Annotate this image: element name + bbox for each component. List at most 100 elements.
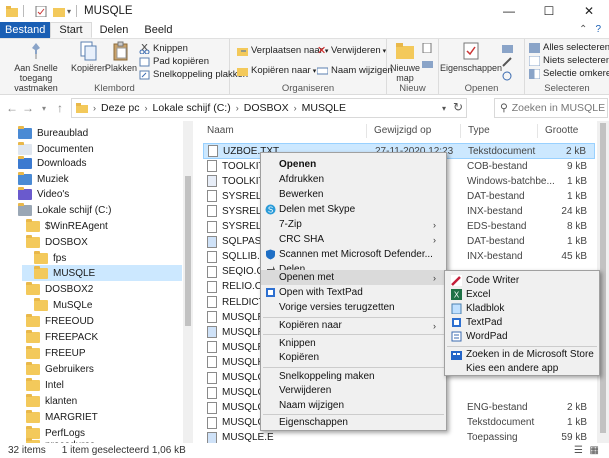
new-item-icon[interactable] [422, 43, 436, 53]
column-divider[interactable] [366, 124, 367, 138]
nav-item-dosbox[interactable]: DOSBOX [26, 234, 88, 250]
address-bar[interactable]: › Deze pc › Lokale schijf (C:) › DOSBOX … [71, 98, 467, 118]
help-icon[interactable]: ? [595, 24, 601, 35]
back-arrow-icon[interactable]: ← [4, 101, 20, 115]
column-header-date[interactable]: Gewijzigd op [374, 125, 431, 136]
submenu-item-store[interactable]: Zoeken in de Microsoft Store [445, 347, 599, 362]
paste-button[interactable]: Plakken [105, 41, 137, 73]
column-header-name[interactable]: Naam [207, 125, 234, 136]
menu-item-open-with[interactable]: Openen met › [261, 270, 446, 285]
easy-access-icon[interactable] [422, 59, 436, 69]
move-to-button[interactable]: Verplaatsen naar ▾ [237, 45, 328, 56]
file-list-scrollbar-thumb[interactable] [600, 123, 606, 433]
menu-item-open[interactable]: Openen [261, 157, 446, 172]
address-dropdown-icon[interactable]: ▾ [442, 104, 446, 113]
menu-item-crc-sha[interactable]: CRC SHA › [261, 232, 446, 247]
menu-item-previous-versions[interactable]: Vorige versies terugzetten [261, 300, 446, 315]
open-icon[interactable] [502, 43, 516, 53]
nav-item-music[interactable]: Muziek [18, 171, 69, 187]
tab-view[interactable]: Beeld [136, 22, 180, 38]
menu-item-open-textpad[interactable]: Open with TextPad [261, 285, 446, 300]
dropdown-arrow-icon[interactable]: ▾ [67, 7, 71, 16]
shield-icon [266, 249, 275, 260]
nav-item-freeup[interactable]: FREEUP [26, 345, 86, 361]
nav-item-klanten[interactable]: klanten [26, 393, 77, 409]
select-all-button[interactable]: Alles selecteren [529, 42, 609, 53]
refresh-icon[interactable]: ↻ [453, 100, 463, 114]
invert-selection-button[interactable]: Selectie omkeren [529, 68, 609, 79]
menu-item-edit[interactable]: Bewerken [261, 187, 446, 202]
menu-item-copy[interactable]: Kopiëren [261, 350, 446, 365]
minimize-button[interactable]: — [489, 0, 529, 22]
properties-button[interactable]: Eigenschappen [440, 41, 502, 73]
details-view-icon[interactable]: ☰ [574, 445, 583, 456]
cut-button[interactable]: Knippen [139, 43, 188, 54]
copy-button[interactable]: Kopiëren [71, 41, 107, 73]
collapse-ribbon-icon[interactable]: ⌃ [579, 24, 587, 35]
menu-item-properties[interactable]: Eigenschappen [261, 415, 446, 430]
nav-item-users[interactable]: Gebruikers [26, 361, 94, 377]
nav-item-desktop[interactable]: Bureaublad [18, 125, 88, 141]
search-box[interactable]: ⚲ Zoeken in MUSQLE [494, 98, 608, 118]
breadcrumb-drive[interactable]: Lokale schijf (C:) [153, 102, 231, 114]
file-icon [207, 205, 217, 218]
nav-item-freeoud[interactable]: FREEOUD [26, 313, 94, 329]
menu-item-cut[interactable]: Knippen [261, 336, 446, 351]
nav-item-downloads[interactable]: Downloads [18, 155, 86, 171]
nav-item-freepack[interactable]: FREEPACK [26, 329, 98, 345]
breadcrumb-dosbox[interactable]: DOSBOX [244, 102, 289, 114]
column-divider[interactable] [460, 124, 461, 138]
menu-item-skype[interactable]: S Delen met Skype [261, 202, 446, 217]
properties-icon[interactable] [35, 5, 47, 17]
nav-scrollbar[interactable] [183, 121, 193, 443]
new-group-label: Nieuw [399, 83, 426, 94]
tab-share[interactable]: Delen [92, 22, 137, 38]
submenu-item-excel[interactable]: X Excel [445, 287, 599, 302]
tab-start[interactable]: Start [50, 22, 92, 38]
submenu-item-choose-app[interactable]: Kies een andere app [445, 361, 599, 376]
copy-to-button[interactable]: Kopiëren naar ▾ [237, 65, 316, 76]
nav-item-musqle-sub[interactable]: MuSQLe [34, 297, 92, 313]
submenu-item-textpad[interactable]: TextPad [445, 315, 599, 330]
tab-file[interactable]: Bestand [0, 22, 51, 38]
nav-item-margriet[interactable]: MARGRIET [26, 409, 98, 425]
history-icon[interactable] [502, 71, 516, 81]
submenu-item-wordpad[interactable]: WordPad [445, 329, 599, 344]
up-arrow-icon[interactable]: ↑ [52, 101, 68, 115]
maximize-button[interactable]: ☐ [529, 0, 569, 22]
large-icons-view-icon[interactable]: ▦ [590, 445, 599, 456]
menu-item-create-shortcut[interactable]: Snelkoppeling maken [261, 369, 446, 384]
copy-path-button[interactable]: Pad kopiëren [139, 56, 209, 67]
menu-item-defender[interactable]: Scannen met Microsoft Defender... [261, 247, 446, 262]
nav-item-videos[interactable]: Video's [18, 186, 69, 202]
menu-item-rename[interactable]: Naam wijzigen [261, 398, 446, 413]
column-header-type[interactable]: Type [468, 125, 490, 136]
nav-item-musqle[interactable]: MUSQLE [22, 265, 182, 281]
submenu-item-code-writer[interactable]: Code Writer [445, 273, 599, 288]
nav-item-dosbox2[interactable]: DOSBOX2 [26, 281, 93, 297]
breadcrumb-this-pc[interactable]: Deze pc [101, 102, 140, 114]
delete-button[interactable]: ✕ Verwijderen ▾ [317, 45, 386, 56]
rename-button[interactable]: Naam wijzigen [317, 65, 393, 76]
recent-dropdown-icon[interactable]: ▾ [36, 104, 52, 113]
close-button[interactable]: ✕ [569, 0, 609, 22]
forward-arrow-icon[interactable]: → [20, 101, 36, 115]
new-folder-icon[interactable] [53, 6, 65, 17]
breadcrumb-musqle[interactable]: MUSQLE [302, 102, 346, 114]
nav-item-intel[interactable]: Intel [26, 377, 64, 393]
nav-scrollbar-thumb[interactable] [185, 176, 191, 326]
menu-item-copy-to[interactable]: Kopiëren naar › [261, 318, 446, 333]
nav-item-fps[interactable]: fps [34, 250, 66, 266]
edit-icon[interactable] [502, 57, 516, 67]
menu-item-7zip[interactable]: 7-Zip › [261, 217, 446, 232]
column-header-size[interactable]: Grootte [545, 125, 578, 136]
nav-item-local-disk[interactable]: Lokale schijf (C:) [18, 202, 111, 218]
address-row: ← → ▾ ↑ › Deze pc › Lokale schijf (C:) ›… [0, 95, 609, 121]
new-folder-button[interactable]: Nieuwe map [390, 41, 420, 83]
select-none-button[interactable]: Niets selecteren [529, 55, 609, 66]
menu-item-print[interactable]: Afdrukken [261, 172, 446, 187]
nav-item-winreagent[interactable]: $WinREAgent [26, 218, 108, 234]
column-divider[interactable] [537, 124, 538, 138]
submenu-item-notepad[interactable]: Kladblok [445, 301, 599, 316]
menu-item-delete[interactable]: Verwijderen [261, 383, 446, 398]
